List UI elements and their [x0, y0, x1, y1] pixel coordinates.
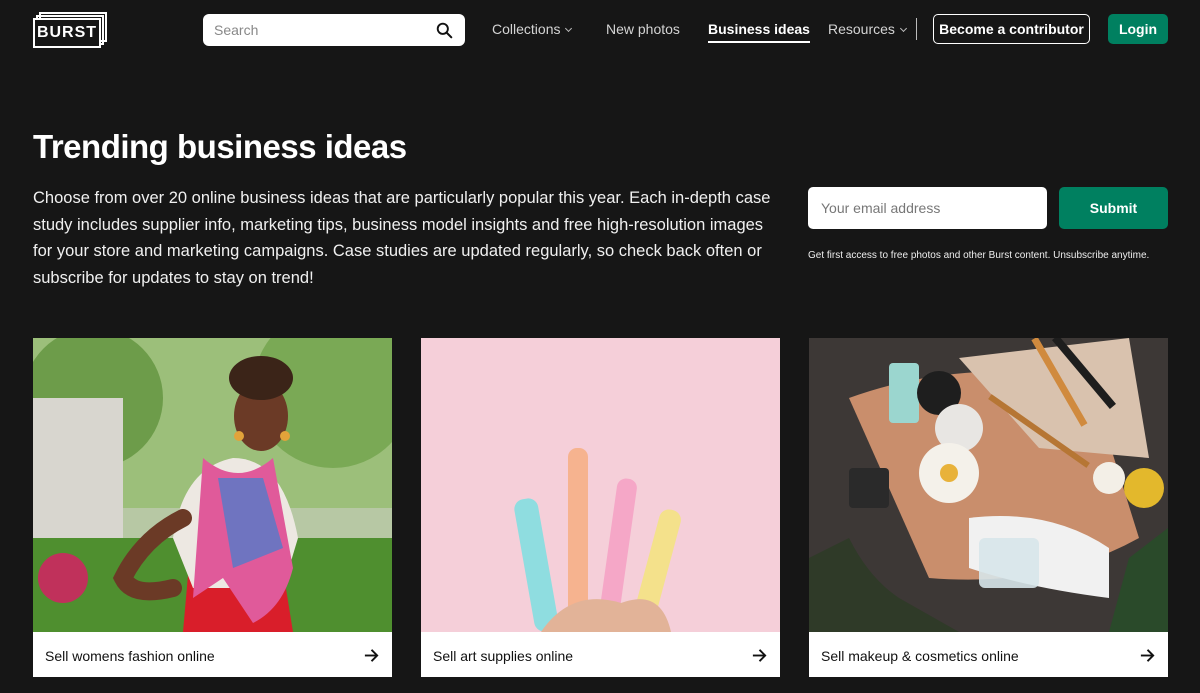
- arrow-right-icon: [1140, 649, 1155, 662]
- submit-button[interactable]: Submit: [1059, 187, 1168, 229]
- nav-resources[interactable]: Resources: [828, 21, 907, 37]
- search-input[interactable]: [203, 14, 428, 46]
- art-supplies-image: [421, 338, 780, 632]
- logo-text: BURST: [36, 24, 98, 41]
- card-label: Sell womens fashion online: [45, 648, 215, 664]
- womens-fashion-image: [33, 338, 392, 632]
- arrow-right-icon: [364, 649, 379, 662]
- nav-divider: [916, 18, 917, 40]
- business-idea-card[interactable]: Sell art supplies online: [421, 338, 780, 677]
- email-field-wrapper: [808, 187, 1047, 229]
- business-idea-card[interactable]: Sell makeup & cosmetics online: [809, 338, 1168, 677]
- page-title: Trending business ideas: [33, 128, 407, 165]
- nav-collections-label: Collections: [492, 21, 561, 37]
- search-box: [203, 14, 465, 46]
- search-icon[interactable]: [436, 22, 453, 39]
- nav-business-ideas[interactable]: Business ideas: [708, 21, 810, 43]
- nav-collections[interactable]: Collections: [492, 21, 573, 37]
- page-description: Choose from over 20 online business idea…: [33, 189, 771, 287]
- nav-new-photos[interactable]: New photos: [606, 21, 680, 37]
- burst-logo[interactable]: BURST: [33, 12, 109, 48]
- chevron-down-icon: [899, 24, 907, 33]
- site-header: BURST Collections New photos Business id…: [0, 0, 1200, 60]
- card-label: Sell makeup & cosmetics online: [821, 648, 1019, 664]
- card-label: Sell art supplies online: [433, 648, 574, 664]
- logo-frame-front: BURST: [33, 18, 101, 48]
- arrow-right-icon: [752, 649, 767, 662]
- business-idea-card[interactable]: Sell womens fashion online: [33, 338, 392, 677]
- become-contributor-button[interactable]: Become a contributor: [933, 14, 1090, 44]
- chevron-down-icon: [565, 24, 573, 33]
- email-field[interactable]: [808, 187, 1047, 229]
- nav-resources-label: Resources: [828, 21, 895, 37]
- subscribe-fineprint: Get first access to free photos and othe…: [808, 250, 1150, 261]
- login-button[interactable]: Login: [1108, 14, 1168, 44]
- makeup-cosmetics-image: [809, 338, 1168, 632]
